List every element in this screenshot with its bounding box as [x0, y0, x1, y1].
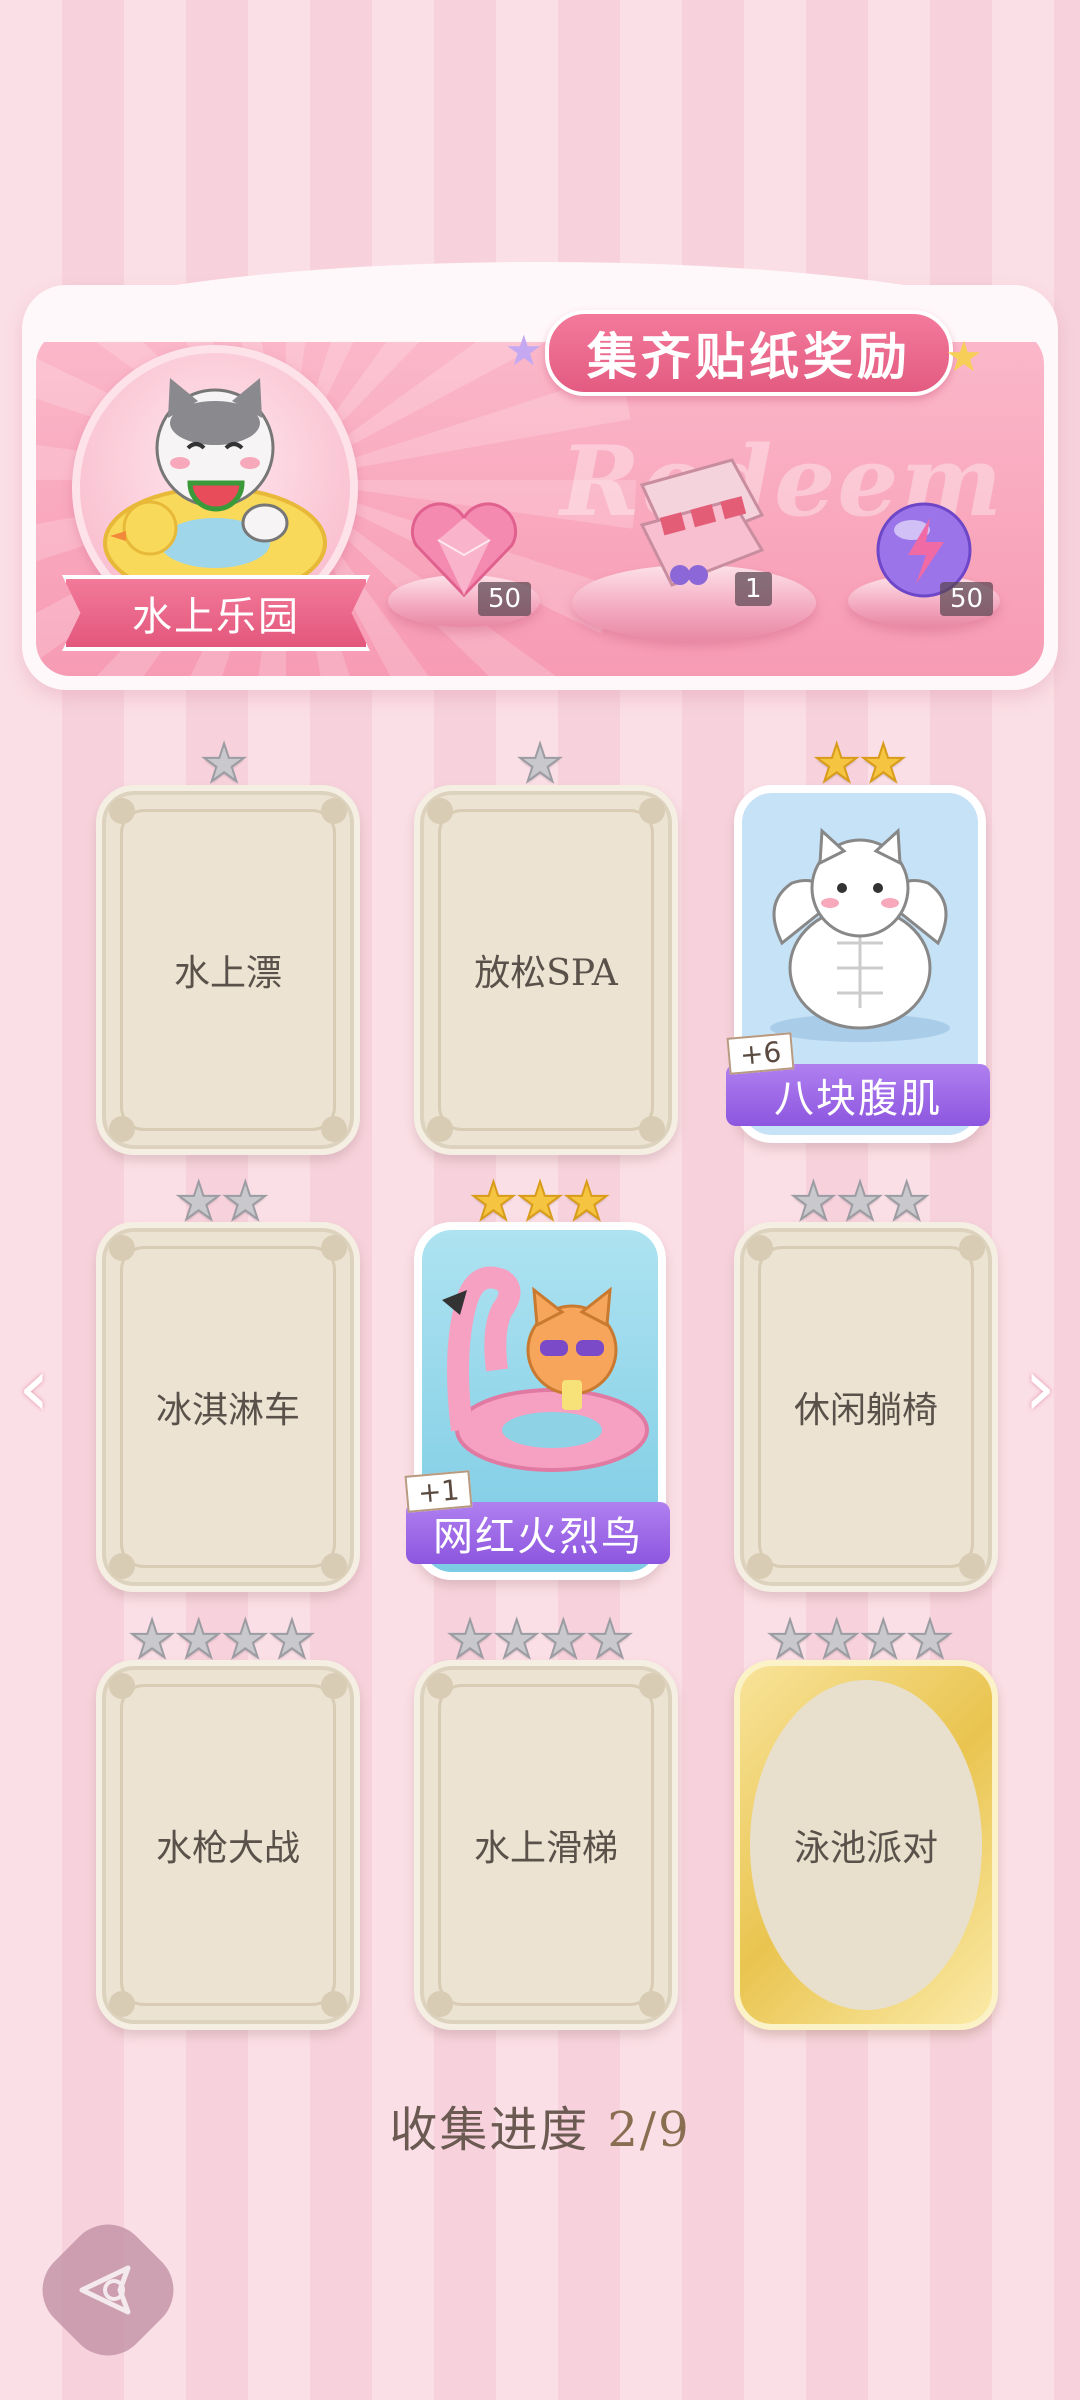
progress-label: 收集进度: [389, 2102, 590, 2158]
card-corner-ornament: [427, 1991, 453, 2017]
sticker-name: 水上漂: [173, 953, 282, 994]
star-icon: ★: [492, 1610, 541, 1670]
star-icon: ★: [174, 1172, 223, 1232]
card-corner-ornament: [321, 1553, 347, 1579]
sticker-name: 水上滑梯: [473, 1828, 618, 1869]
card-corner-ornament: [639, 1116, 665, 1142]
theme-name-ribbon: 水上乐园: [62, 575, 370, 651]
card-corner-ornament: [321, 1116, 347, 1142]
star-icon: ★: [812, 734, 861, 794]
star-rating: ★: [414, 734, 666, 794]
muscle-cat-icon: [770, 827, 950, 1042]
star-icon: ★: [906, 1610, 955, 1670]
sticker-name: 冰淇淋车: [155, 1390, 300, 1431]
card-corner-ornament: [639, 1991, 665, 2017]
prev-page-arrow-icon[interactable]: ‹: [18, 1348, 50, 1428]
sticker-card[interactable]: 水上漂: [96, 785, 360, 1155]
star-rating: ★ ★: [96, 1172, 348, 1232]
card-corner-ornament: [427, 798, 453, 824]
card-corner-ornament: [321, 1991, 347, 2017]
star-rating: ★ ★ ★: [734, 1172, 986, 1232]
card-corner-ornament: [109, 1235, 135, 1261]
star-icon: ★: [469, 1172, 518, 1232]
progress-value: 2/9: [607, 2102, 691, 2158]
star-icon: ★: [516, 734, 565, 794]
card-corner-ornament: [747, 1235, 773, 1261]
card-corner-ornament: [321, 1673, 347, 1699]
sticker-name-ribbon: 八块腹肌: [726, 1064, 990, 1126]
star-icon: ★: [221, 1610, 270, 1670]
star-icon: ★: [882, 1172, 931, 1232]
sticker-name: 水枪大战: [155, 1828, 300, 1869]
sticker-card[interactable]: 放松SPA: [414, 785, 678, 1155]
flamingo-cat-icon: [442, 1266, 649, 1472]
back-arrow-icon: [79, 2265, 131, 2315]
back-button[interactable]: [25, 2207, 191, 2373]
sticker-card-gold[interactable]: 泳池派对: [734, 1660, 998, 2030]
collection-progress: 收集进度 2/9: [0, 2090, 1080, 2160]
sticker-name-ribbon: 网红火烈鸟: [406, 1502, 670, 1564]
sticker-card[interactable]: 水上滑梯: [414, 1660, 678, 2030]
card-corner-ornament: [109, 798, 135, 824]
star-icon: ★: [789, 1172, 838, 1232]
card-corner-ornament: [639, 798, 665, 824]
reward-count: 50: [940, 582, 994, 616]
star-icon: ★: [766, 1610, 815, 1670]
star-icon: ★: [859, 1610, 908, 1670]
card-corner-ornament: [959, 1235, 985, 1261]
star-rating: ★ ★: [734, 734, 986, 794]
next-page-arrow-icon[interactable]: ›: [1024, 1348, 1056, 1428]
sticker-name: 泳池派对: [793, 1828, 938, 1869]
card-corner-ornament: [321, 1235, 347, 1261]
card-corner-ornament: [959, 1553, 985, 1579]
star-icon: ★: [586, 1610, 635, 1670]
sticker-name: 休闲躺椅: [793, 1390, 938, 1431]
card-corner-ornament: [747, 1553, 773, 1579]
duplicate-count: +1: [404, 1470, 473, 1513]
star-icon: ★: [221, 1172, 270, 1232]
sticker-name: 放松SPA: [474, 953, 618, 994]
star-icon: ★: [446, 1610, 495, 1670]
star-rating: ★ ★ ★: [414, 1172, 666, 1232]
card-corner-ornament: [109, 1116, 135, 1142]
reward-count: 1: [735, 572, 772, 606]
star-rating: ★ ★ ★ ★: [414, 1610, 666, 1670]
banner-title: 集齐贴纸奖励: [545, 310, 953, 396]
star-icon: ★: [128, 1610, 177, 1670]
star-rating: ★: [98, 734, 350, 794]
star-rating: ★ ★ ★ ★: [96, 1610, 348, 1670]
card-corner-ornament: [427, 1673, 453, 1699]
reward-count: 50: [478, 582, 532, 616]
card-corner-ornament: [109, 1553, 135, 1579]
star-icon: ★: [268, 1610, 317, 1670]
card-corner-ornament: [639, 1673, 665, 1699]
star-icon: ★: [539, 1610, 588, 1670]
star-icon: ★: [200, 734, 249, 794]
star-icon: ★: [516, 1172, 565, 1232]
card-corner-ornament: [321, 798, 347, 824]
star-rating: ★ ★ ★ ★: [734, 1610, 986, 1670]
purple-star-icon: ★: [505, 326, 543, 375]
sticker-card[interactable]: 冰淇淋车: [96, 1222, 360, 1592]
card-corner-ornament: [427, 1116, 453, 1142]
star-icon: ★: [812, 1610, 861, 1670]
star-icon: ★: [174, 1610, 223, 1670]
star-icon: ★: [562, 1172, 611, 1232]
star-icon: ★: [859, 734, 908, 794]
duplicate-count: +6: [726, 1032, 795, 1075]
yellow-star-icon: ★: [945, 332, 983, 381]
sticker-card[interactable]: 休闲躺椅: [734, 1222, 998, 1592]
star-icon: ★: [836, 1172, 885, 1232]
card-corner-ornament: [109, 1991, 135, 2017]
sticker-card[interactable]: 水枪大战: [96, 1660, 360, 2030]
card-corner-ornament: [109, 1673, 135, 1699]
